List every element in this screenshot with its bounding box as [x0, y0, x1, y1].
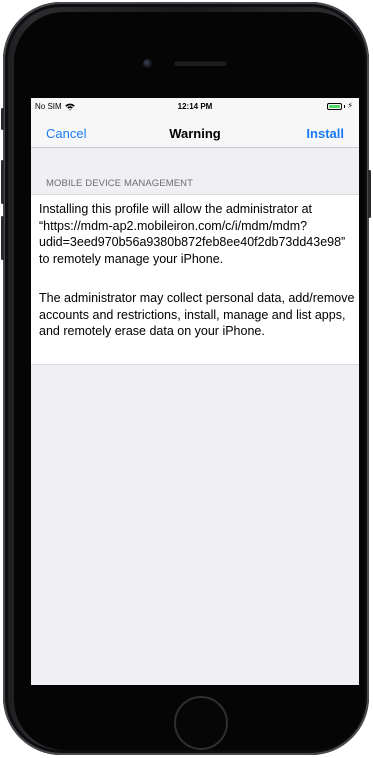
screen: No SIM 12:14 PM ⚡ Cancel Warning Install — [31, 98, 359, 685]
install-button[interactable]: Install — [306, 126, 344, 141]
battery-icon — [327, 102, 343, 110]
cancel-button[interactable]: Cancel — [46, 126, 86, 141]
volume-down-button — [1, 216, 4, 260]
front-camera-icon — [143, 59, 152, 68]
status-time: 12:14 PM — [177, 102, 213, 111]
battery-tip — [344, 104, 346, 108]
warning-paragraph-admin-url: Installing this profile will allow the a… — [39, 202, 346, 266]
status-bar: No SIM 12:14 PM ⚡ — [31, 98, 359, 118]
earpiece-speaker-icon — [174, 60, 227, 66]
warning-card: Installing this profile will allow the a… — [31, 194, 359, 365]
power-button — [368, 170, 371, 218]
mute-switch — [1, 108, 4, 130]
volume-up-button — [1, 160, 4, 204]
section-header: MOBILE DEVICE MANAGEMENT — [46, 178, 194, 189]
warning-paragraph-capabilities: The administrator may collect personal d… — [39, 291, 355, 338]
phone-frame: No SIM 12:14 PM ⚡ Cancel Warning Install — [1, 2, 371, 755]
navigation-bar: Cancel Warning Install — [31, 118, 359, 148]
charging-bolt-icon: ⚡ — [347, 101, 353, 110]
home-button-icon[interactable] — [174, 696, 228, 750]
